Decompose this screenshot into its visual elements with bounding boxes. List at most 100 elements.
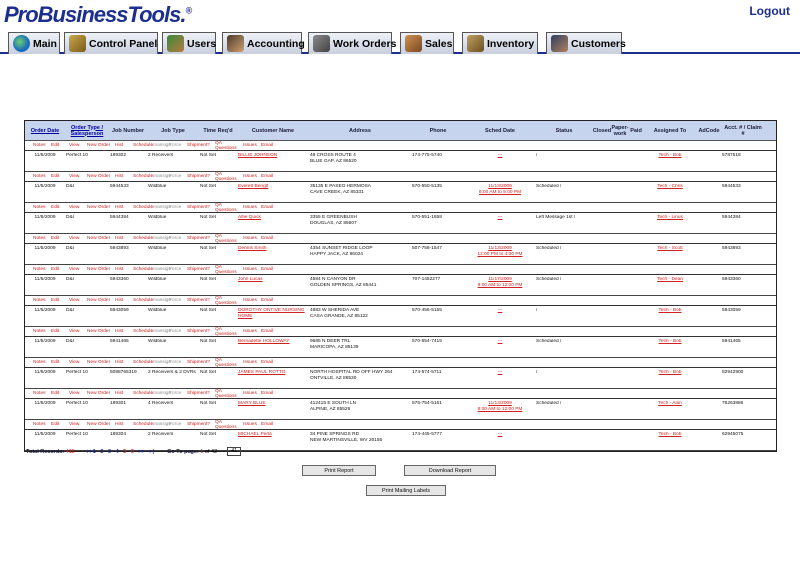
cell-assigned-to[interactable]: Tech - Bob [643,339,697,345]
action-link[interactable]: New Order [87,298,115,303]
action-link[interactable]: QA Questions [215,203,243,213]
action-link[interactable]: Edit [51,143,69,148]
action-link[interactable]: QA Questions [215,420,243,430]
action-link[interactable]: New Order [87,329,115,334]
tab-work-orders[interactable]: Work Orders [308,32,396,54]
action-link[interactable]: Shipment? [187,236,215,241]
action-link[interactable]: Hist [115,391,133,396]
action-link[interactable]: Issues [243,174,261,179]
action-link[interactable]: Edit [51,205,69,210]
goto-value[interactable]: 1 [200,449,203,455]
action-link[interactable]: Notes [33,205,51,210]
action-link[interactable]: Shipment? [187,329,215,334]
action-link[interactable]: QA Questions [215,389,243,399]
col-order-date[interactable]: Order Date [25,121,65,140]
pager-page[interactable]: 4 [116,449,119,455]
action-link[interactable]: Issues [243,329,261,334]
action-link[interactable]: View [69,143,87,148]
cell-assigned-to[interactable]: Tech - Bob [643,370,697,376]
action-link[interactable]: New Order [87,422,115,427]
cell-assigned-to[interactable]: Tech - Linus [643,215,697,221]
cell-customer-name[interactable]: MARY BLUE [237,401,309,407]
download-report-button[interactable]: Download Report [404,465,496,476]
action-link[interactable]: Force [169,360,187,365]
action-link[interactable]: Issues [243,422,261,427]
action-link[interactable]: Schedule [133,205,153,210]
action-link[interactable]: Schedule [133,360,153,365]
action-link[interactable]: Hist [115,143,133,148]
cell-assigned-to[interactable]: Tech - Bob [643,308,697,314]
pager-next[interactable]: >> [138,449,144,455]
action-link[interactable]: Notes [33,267,51,272]
cell-customer-name[interactable]: MICHAEL Perla [237,432,309,438]
action-link[interactable]: QA Questions [215,358,243,368]
action-link[interactable]: Schedule [133,422,153,427]
action-link[interactable]: Shipment? [187,267,215,272]
cell-customer-name[interactable]: BILLIE JOHNSON [237,153,309,159]
action-link[interactable]: Hist [115,174,133,179]
action-link[interactable]: Issues [243,236,261,241]
pager-page[interactable]: 3 [108,449,111,455]
action-link[interactable]: QA Questions [215,172,243,182]
cell-customer-name[interactable]: Dennis Smith [237,246,309,252]
cell-sched-date[interactable]: --- [465,432,535,438]
action-link[interactable]: Edit [51,236,69,241]
action-link[interactable]: Email [261,205,279,210]
cell-assigned-to[interactable]: Tech - Scott [643,246,697,252]
action-link[interactable]: Email [261,143,279,148]
action-link[interactable]: Force [169,174,187,179]
action-link[interactable]: Notes [33,174,51,179]
action-link[interactable]: Hist [115,205,133,210]
tab-inventory[interactable]: Inventory [462,32,538,54]
action-link[interactable]: Force [169,329,187,334]
print-report-button[interactable]: Print Report [302,465,376,476]
action-link[interactable]: Edit [51,422,69,427]
action-link[interactable]: Notes [33,143,51,148]
pager-page[interactable]: 6 [131,449,134,455]
action-link[interactable]: Unassign [151,360,171,365]
cell-sched-date[interactable]: 11/13/2009 8:00 AM to 9:00 PM [465,184,535,195]
logout-link[interactable]: Logout [749,4,790,18]
action-link[interactable]: Force [169,422,187,427]
pager-page[interactable]: 5 [123,449,126,455]
action-link[interactable]: Force [169,205,187,210]
action-link[interactable]: Notes [33,236,51,241]
action-link[interactable]: Shipment? [187,174,215,179]
action-link[interactable]: Force [169,143,187,148]
action-link[interactable]: Edit [51,329,69,334]
action-link[interactable]: Schedule [133,329,153,334]
action-link[interactable]: Schedule [133,267,153,272]
cell-assigned-to[interactable]: Tech - Alan [643,401,697,407]
action-link[interactable]: Issues [243,143,261,148]
tab-control-panel[interactable]: Control Panel [64,32,158,54]
action-link[interactable]: QA Questions [215,327,243,337]
action-link[interactable]: Unassign [151,391,171,396]
action-link[interactable]: New Order [87,391,115,396]
tab-users[interactable]: Users [162,32,216,54]
action-link[interactable]: Email [261,391,279,396]
action-link[interactable]: New Order [87,267,115,272]
action-link[interactable]: Notes [33,391,51,396]
action-link[interactable]: Email [261,174,279,179]
action-link[interactable]: Schedule [133,298,153,303]
cell-sched-date[interactable]: --- [465,153,535,159]
cell-sched-date[interactable]: --- [465,215,535,221]
action-link[interactable]: Issues [243,391,261,396]
action-link[interactable]: Edit [51,360,69,365]
tab-main[interactable]: Main [8,32,60,54]
cell-customer-name[interactable]: John Lucas [237,277,309,283]
action-link[interactable]: QA Questions [215,141,243,151]
cell-customer-name[interactable]: Bernadette HOLLOWAY [237,339,309,345]
action-link[interactable]: Hist [115,267,133,272]
cell-customer-name[interactable]: DOROTHY ONTIVE NURSING HOME [237,308,309,319]
action-link[interactable]: View [69,422,87,427]
cell-assigned-to[interactable]: Tech - Chris [643,184,697,190]
cell-assigned-to[interactable]: Tech - Dean [643,277,697,283]
action-link[interactable]: Unassign [151,267,171,272]
pager-page[interactable]: 2 [100,449,103,455]
action-link[interactable]: Unassign [151,298,171,303]
action-link[interactable]: Unassign [151,329,171,334]
action-link[interactable]: Schedule [133,236,153,241]
col-order-type[interactable]: Order Type / Salesperson [65,121,109,140]
cell-customer-name[interactable]: Alfie Quick [237,215,309,221]
